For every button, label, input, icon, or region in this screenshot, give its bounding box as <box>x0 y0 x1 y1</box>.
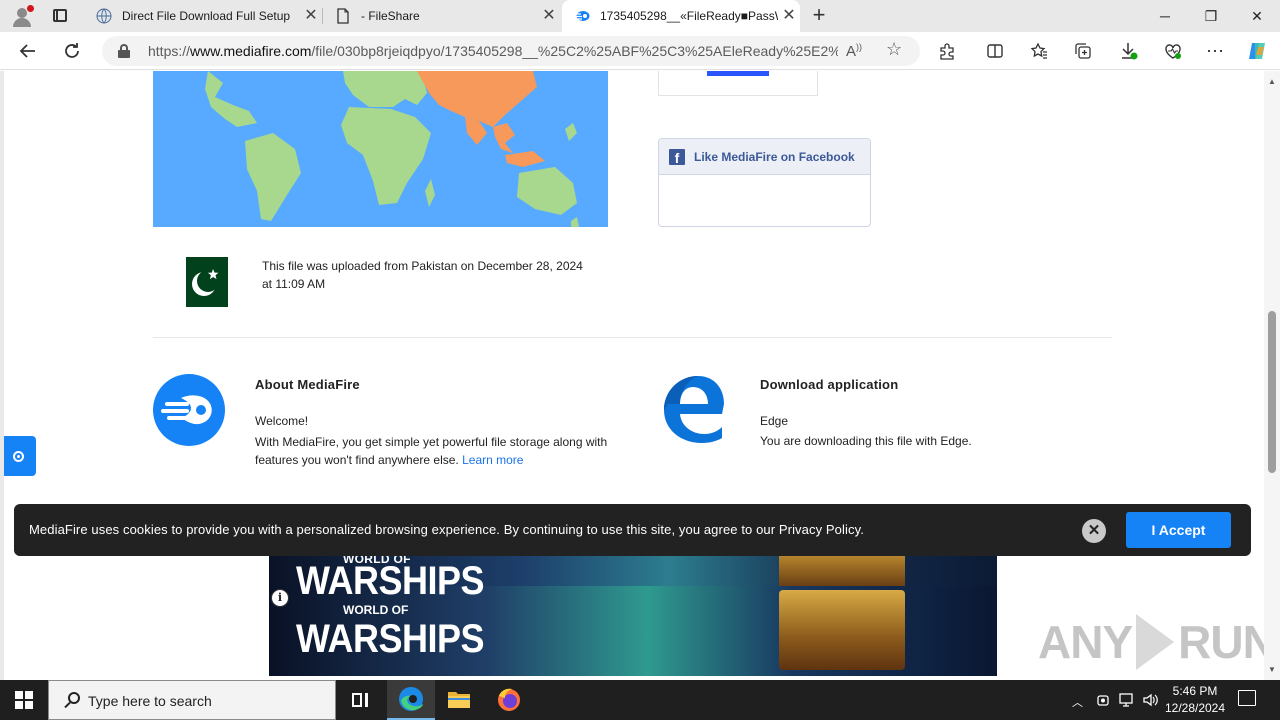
profile-icon[interactable] <box>10 5 34 27</box>
about-title: About MediaFire <box>255 377 360 392</box>
upload-location-map <box>153 71 608 227</box>
sidebar-ad-box[interactable] <box>658 71 818 96</box>
firefox-icon[interactable] <box>485 680 533 720</box>
cookie-consent-banner: MediaFire uses cookies to provide you wi… <box>14 504 1251 556</box>
close-cookie-icon[interactable]: ✕ <box>1082 519 1106 543</box>
collections-icon[interactable] <box>1072 40 1094 62</box>
file-explorer-icon[interactable] <box>435 680 483 720</box>
ad-brand-small: WORLD OF <box>343 603 409 617</box>
close-tab-icon[interactable]: ✕ <box>778 8 800 24</box>
scrollbar-thumb[interactable] <box>1268 311 1276 473</box>
copilot-icon[interactable] <box>1246 40 1268 62</box>
tab-title: - FileShare <box>361 9 420 23</box>
tab-fileshare[interactable]: - FileShare ✕ <box>323 0 560 32</box>
split-screen-icon[interactable] <box>984 40 1006 62</box>
tab-title: 1735405298__«FileReady■PassW <box>600 9 778 23</box>
tab-strip: Direct File Download Full Setup ✕ - File… <box>0 0 1280 32</box>
extensions-icon[interactable] <box>936 40 958 62</box>
cookie-message: MediaFire uses cookies to provide you wi… <box>29 522 864 537</box>
meet-now-icon[interactable] <box>1096 692 1110 711</box>
facebook-like-header[interactable]: f Like MediaFire on Facebook <box>659 139 870 175</box>
mediafire-favicon-icon <box>575 11 590 21</box>
volume-icon[interactable] <box>1142 692 1160 711</box>
close-window-button[interactable]: ✕ <box>1234 0 1280 32</box>
close-tab-icon[interactable]: ✕ <box>300 8 322 24</box>
mediafire-logo <box>153 374 225 446</box>
ad-info-icon[interactable]: i <box>271 589 289 607</box>
url-text[interactable]: https://www.mediafire.com/file/030bp8rje… <box>148 43 838 59</box>
clock-time: 5:46 PM <box>1172 684 1218 698</box>
about-welcome: Welcome! <box>255 414 309 428</box>
arrow-left-icon <box>19 44 35 58</box>
read-aloud-icon[interactable]: A)) <box>846 42 862 60</box>
show-hidden-icons[interactable]: ︿ <box>1072 694 1083 710</box>
ad-brand-big: WARSHIPS <box>296 557 485 603</box>
accessibility-side-button[interactable] <box>4 436 36 476</box>
refresh-button[interactable] <box>58 38 86 64</box>
page-icon <box>337 8 349 24</box>
section-divider <box>153 337 1112 338</box>
vertical-scrollbar[interactable]: ▲ ▼ <box>1264 71 1280 680</box>
windows-taskbar: Type here to search ︿ 5:46 PM 12/28/2024 <box>0 680 1280 720</box>
globe-icon <box>96 8 112 24</box>
back-button[interactable] <box>14 38 42 64</box>
search-placeholder: Type here to search <box>88 693 212 709</box>
play-icon <box>1136 614 1175 670</box>
edge-taskbar-icon[interactable] <box>387 680 435 720</box>
scroll-up-icon[interactable]: ▲ <box>1268 77 1276 86</box>
favorites-icon[interactable] <box>1028 40 1050 62</box>
download-app-title: Download application <box>760 377 899 392</box>
search-icon <box>63 691 83 711</box>
tab-actions-icon[interactable] <box>50 6 70 26</box>
scroll-down-icon[interactable]: ▼ <box>1268 665 1276 674</box>
task-view-icon[interactable] <box>336 680 384 720</box>
about-body: With MediaFire, you get simple yet power… <box>255 435 608 467</box>
facebook-icon: f <box>669 148 685 166</box>
accept-cookies-button[interactable]: I Accept <box>1126 512 1231 548</box>
address-bar[interactable]: https://www.mediafire.com/file/030bp8rje… <box>102 36 920 66</box>
windows-start-icon[interactable] <box>15 691 33 709</box>
refresh-icon <box>65 43 79 58</box>
pakistan-flag-icon <box>172 257 228 307</box>
world-map-graphic <box>205 71 579 227</box>
restore-button[interactable]: ❐ <box>1188 0 1234 32</box>
lock-icon[interactable] <box>118 44 130 58</box>
new-tab-button[interactable]: + <box>808 4 830 27</box>
treasure-chest-image <box>779 590 905 670</box>
toolbar: https://www.mediafire.com/file/030bp8rje… <box>0 32 1280 70</box>
anyrun-watermark: ANY RUN <box>1038 614 1276 670</box>
minimize-button[interactable]: ─ <box>1142 0 1188 32</box>
facebook-like-widget[interactable]: f Like MediaFire on Facebook <box>658 138 871 227</box>
network-icon[interactable] <box>1118 692 1136 711</box>
browser-essentials-icon[interactable] <box>1162 40 1184 62</box>
ad-brand-big: WARSHIPS <box>296 615 485 661</box>
page-content: f Like MediaFire on Facebook This file w… <box>0 71 1280 680</box>
tab-title: Direct File Download Full Setup <box>122 9 291 23</box>
upload-info-text: This file was uploaded from Pakistan on … <box>262 259 583 291</box>
close-tab-icon[interactable]: ✕ <box>538 8 560 24</box>
page-left-edge <box>0 71 4 680</box>
clock-date: 12/28/2024 <box>1164 701 1226 715</box>
more-options-icon[interactable]: ⋯ <box>1204 40 1226 62</box>
tab-direct-file-download[interactable]: Direct File Download Full Setup ✕ <box>84 0 322 32</box>
tab-mediafire-active[interactable]: 1735405298__«FileReady■PassW ✕ <box>562 0 800 32</box>
download-app-description: You are downloading this file with Edge. <box>760 434 972 448</box>
favorite-star-icon[interactable]: ☆ <box>886 39 902 60</box>
downloads-icon[interactable] <box>1118 40 1140 62</box>
notifications-icon[interactable] <box>1238 690 1256 706</box>
taskbar-search-box[interactable]: Type here to search <box>48 680 336 720</box>
treasure-chest-image <box>779 555 905 586</box>
learn-more-link[interactable]: Learn more <box>462 453 523 467</box>
ad-strip <box>707 71 769 76</box>
download-app-name: Edge <box>760 414 789 428</box>
facebook-like-label[interactable]: Like MediaFire on Facebook <box>694 150 855 164</box>
taskbar-clock[interactable]: 5:46 PM 12/28/2024 <box>1160 683 1230 717</box>
edge-logo-icon <box>660 374 726 444</box>
